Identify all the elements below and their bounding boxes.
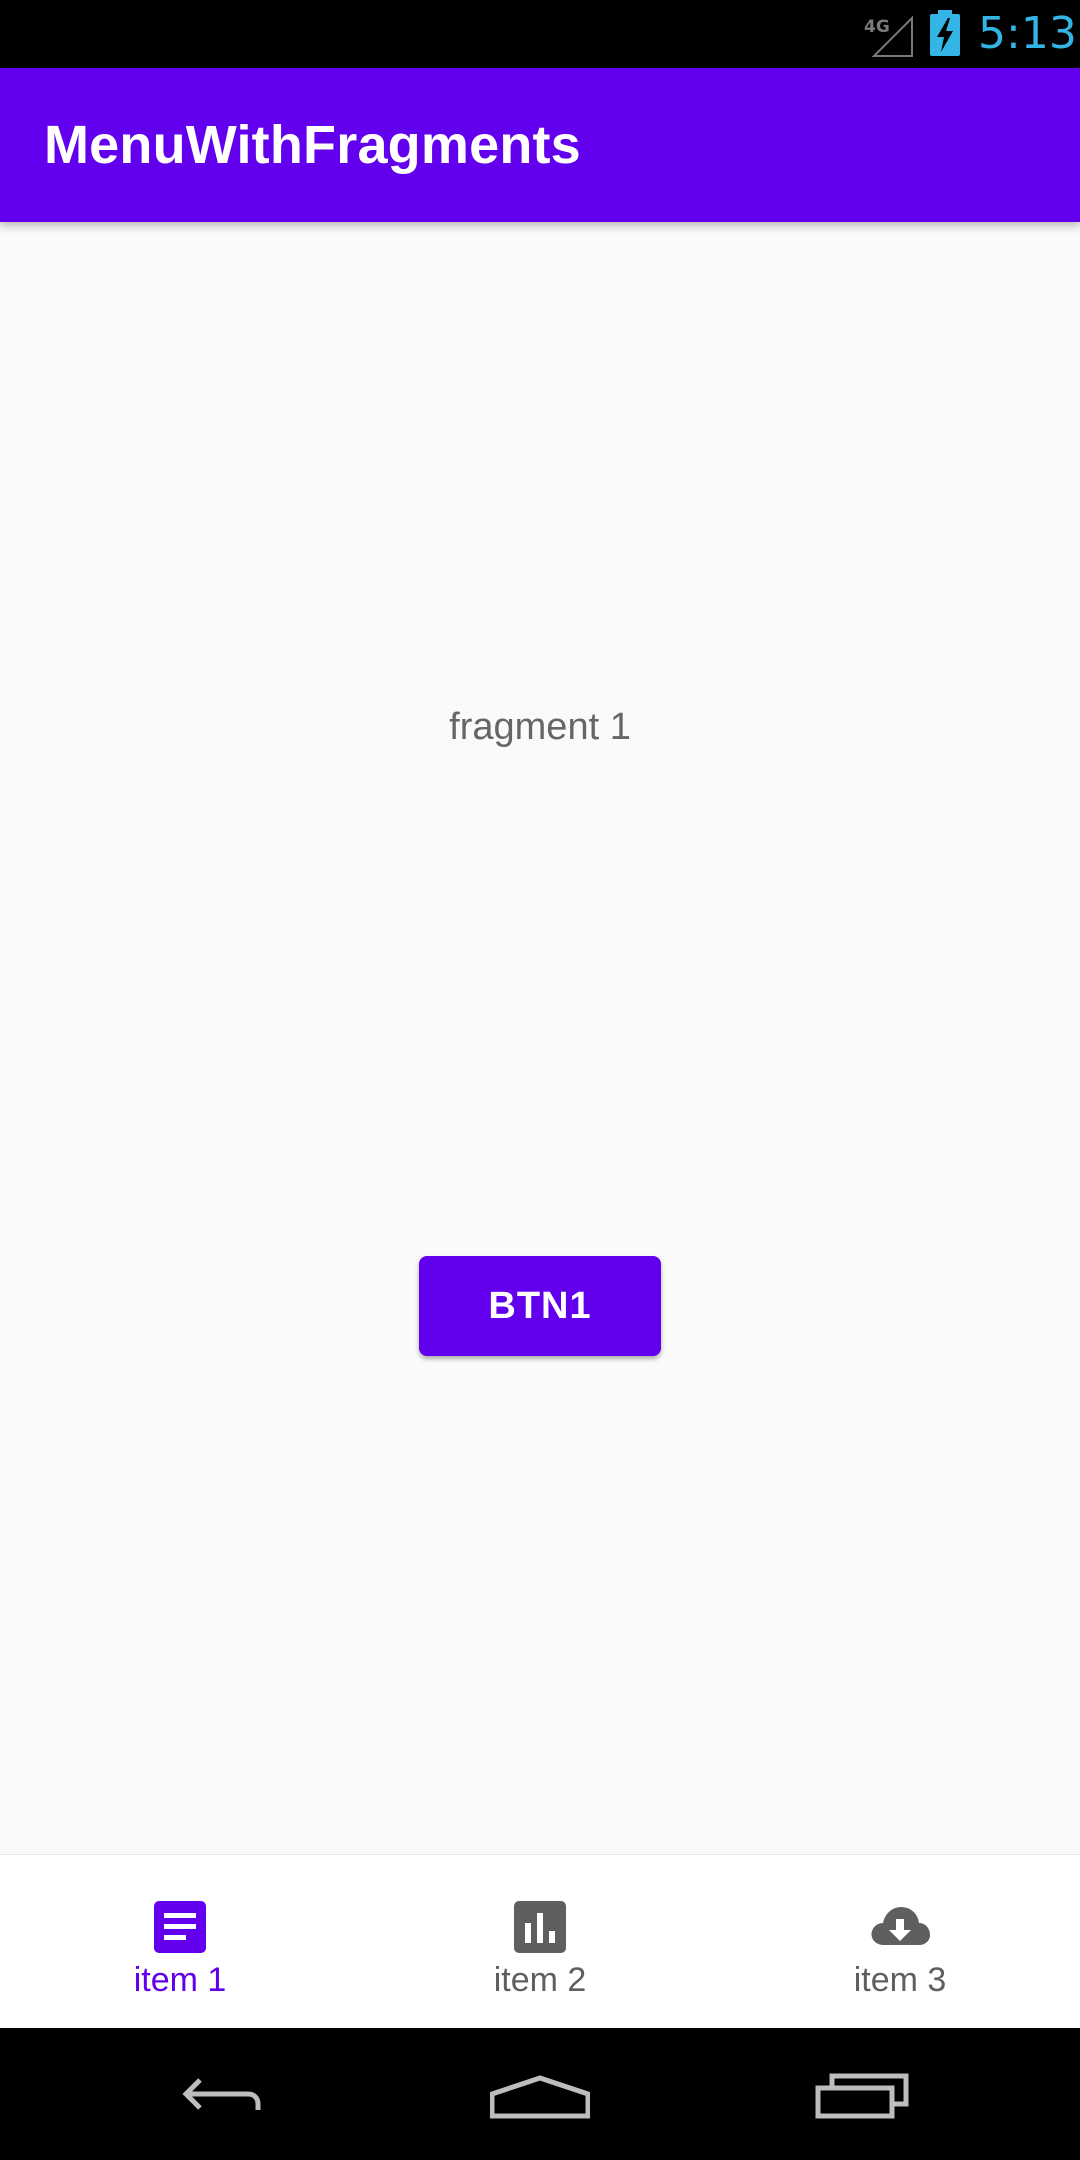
status-bar: 4G 5:13	[0, 0, 1080, 68]
battery-charging-icon	[930, 10, 960, 56]
network-type-label: 4G	[864, 17, 890, 37]
recents-icon	[815, 2073, 909, 2119]
notes-icon	[154, 1901, 206, 1953]
status-time: 5:13	[978, 8, 1077, 59]
nav-label-3: item 3	[853, 1961, 947, 1999]
back-button[interactable]	[130, 2028, 310, 2160]
app-bar: MenuWithFragments	[0, 68, 1080, 222]
recents-button[interactable]	[772, 2028, 952, 2160]
app-title: MenuWithFragments	[44, 115, 581, 175]
cloud-download-icon	[871, 1907, 930, 1945]
nav-label-1: item 1	[133, 1961, 227, 1999]
nav-item-2[interactable]: item 2	[360, 1855, 720, 2028]
fragment-text: fragment 1	[449, 706, 631, 748]
system-navigation-bar	[0, 2028, 1080, 2160]
home-button[interactable]	[450, 2028, 630, 2160]
nav-item-3[interactable]: item 3	[720, 1855, 1080, 2028]
btn1-button[interactable]: BTN1	[419, 1256, 661, 1356]
nav-label-2: item 2	[493, 1961, 587, 1999]
bar-chart-icon	[514, 1901, 566, 1953]
fragment-container: fragment 1 BTN1	[0, 222, 1080, 1854]
home-icon	[490, 2075, 590, 2119]
nav-item-1[interactable]: item 1	[0, 1855, 360, 2028]
back-icon	[182, 2078, 261, 2110]
signal-icon: 4G	[864, 15, 913, 57]
bottom-navigation: item 1 item 2 item 3	[0, 1854, 1080, 2028]
